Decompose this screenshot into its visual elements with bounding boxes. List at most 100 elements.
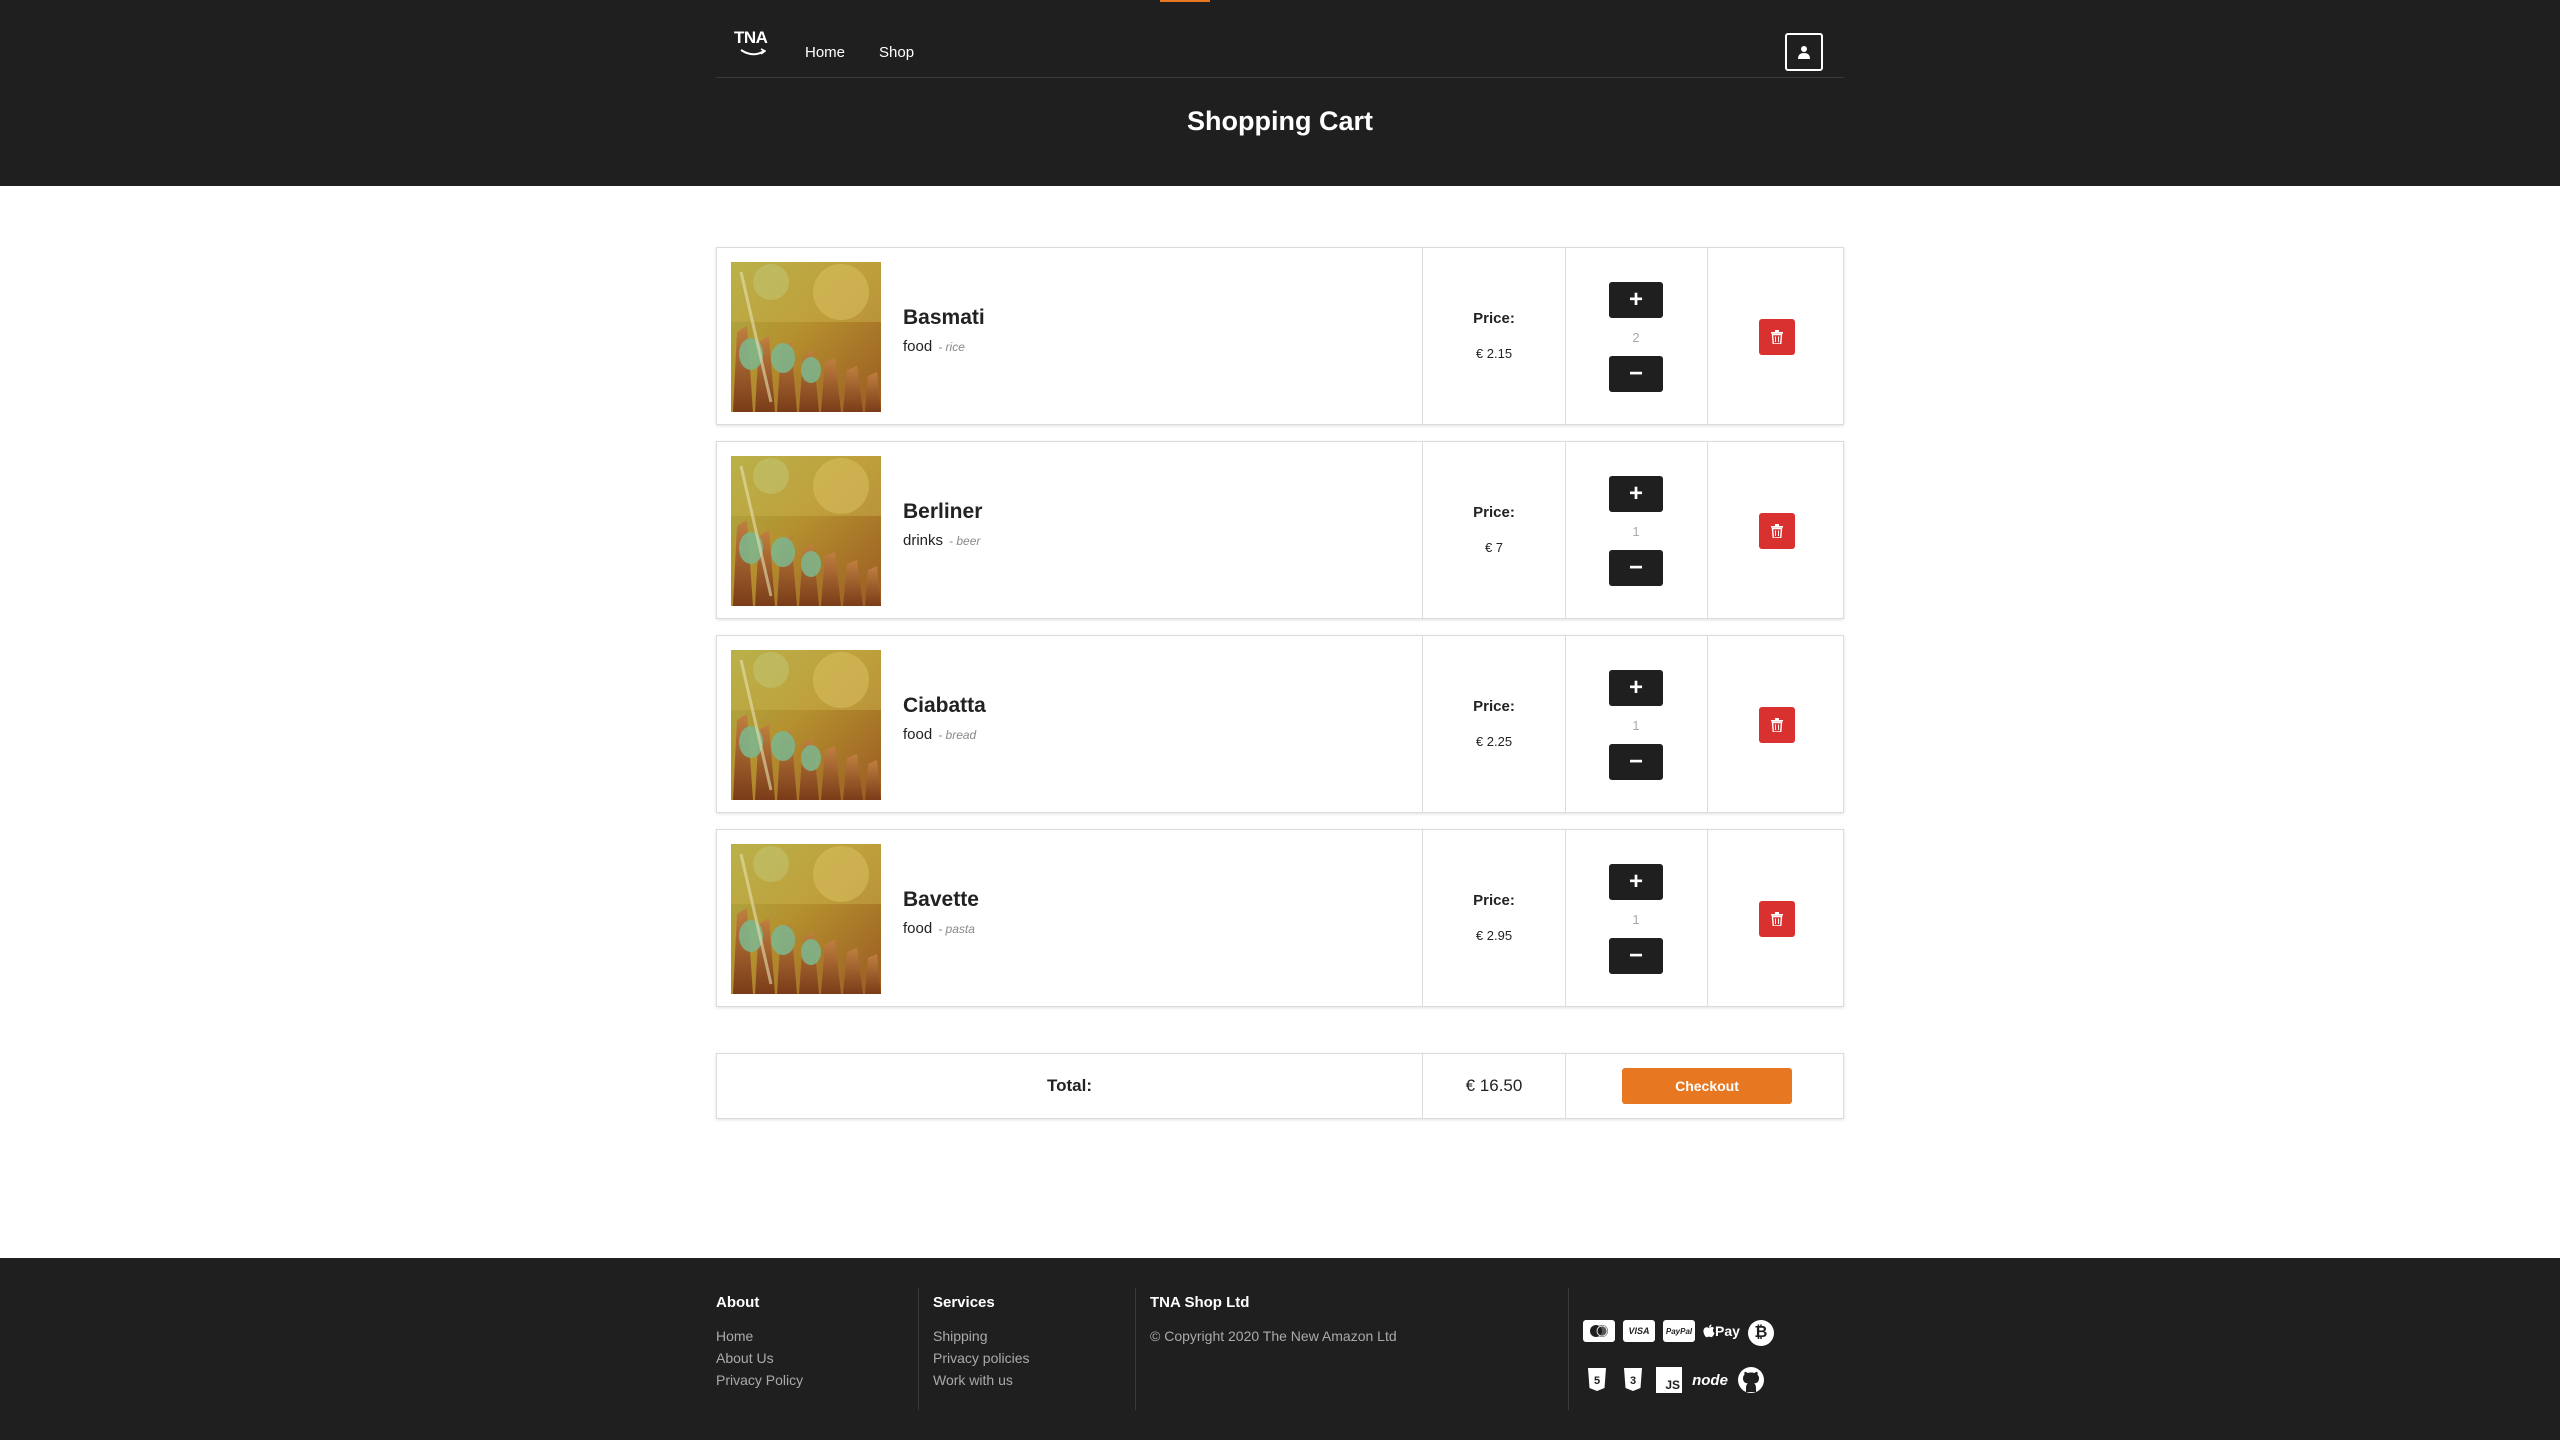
delete-cell	[1707, 636, 1845, 812]
footer-divider	[1135, 1288, 1136, 1410]
html5-icon: 5	[1583, 1366, 1611, 1394]
increase-quantity-button[interactable]: +	[1609, 670, 1663, 706]
cart-total-row: Total: € 16.50 Checkout	[716, 1053, 1844, 1119]
footer-about: About Home About Us Privacy Policy	[716, 1294, 803, 1391]
product-image[interactable]	[731, 844, 881, 994]
product-name[interactable]: Berliner	[903, 500, 982, 524]
total-label: Total:	[1046, 1076, 1092, 1095]
product-cell: Basmati food - rice	[717, 248, 1422, 424]
minus-icon: −	[1628, 942, 1643, 969]
visa-icon: VISA	[1623, 1320, 1655, 1342]
footer-company-title: TNA Shop Ltd	[1150, 1294, 1250, 1311]
footer-about-title: About	[716, 1294, 760, 1311]
remove-item-button[interactable]	[1759, 319, 1795, 355]
minus-icon: −	[1628, 748, 1643, 775]
price-cell: Price: € 2.15	[1422, 248, 1565, 424]
css3-icon: 3	[1619, 1366, 1647, 1394]
quantity-cell: + −	[1565, 636, 1707, 812]
price-cell: Price: € 2.95	[1422, 830, 1565, 1006]
product-image[interactable]	[731, 262, 881, 412]
delete-cell	[1707, 442, 1845, 618]
increase-quantity-button[interactable]: +	[1609, 282, 1663, 318]
increase-quantity-button[interactable]: +	[1609, 864, 1663, 900]
decrease-quantity-button[interactable]: −	[1609, 744, 1663, 780]
user-icon	[1798, 46, 1810, 59]
decrease-quantity-button[interactable]: −	[1609, 938, 1663, 974]
subcategory-label: - beer	[949, 534, 981, 548]
logo-smile-icon	[740, 48, 766, 56]
footer: About Home About Us Privacy Policy Servi…	[0, 1258, 2560, 1440]
header: TNA Home Shop Shopping Cart	[0, 0, 2560, 186]
footer-link-privacy-policy[interactable]: Privacy Policy	[716, 1369, 803, 1391]
quantity-cell: + −	[1565, 442, 1707, 618]
footer-link-shipping[interactable]: Shipping	[933, 1325, 1029, 1347]
footer-link-about-us[interactable]: About Us	[716, 1347, 803, 1369]
product-category: food - bread	[903, 726, 976, 743]
footer-link-work-with-us[interactable]: Work with us	[933, 1369, 1029, 1391]
price-cell: Price: € 7	[1422, 442, 1565, 618]
footer-services: Services Shipping Privacy policies Work …	[933, 1294, 1029, 1391]
copyright-text: © Copyright 2020 The New Amazon Ltd	[1150, 1328, 1397, 1344]
quantity-input[interactable]	[1609, 318, 1663, 356]
quantity-input[interactable]	[1609, 512, 1663, 550]
checkout-button[interactable]: Checkout	[1622, 1068, 1792, 1104]
product-cell: Berliner drinks - beer	[717, 442, 1422, 618]
svg-text:3: 3	[1630, 1375, 1636, 1387]
logo[interactable]: TNA	[734, 28, 774, 56]
quantity-input[interactable]	[1609, 900, 1663, 938]
product-cell: Bavette food - pasta	[717, 830, 1422, 1006]
plus-icon: +	[1628, 674, 1643, 701]
navbar: TNA Home Shop	[716, 0, 1844, 78]
nav-shop[interactable]: Shop	[879, 44, 914, 61]
price-cell: Price: € 2.25	[1422, 636, 1565, 812]
product-cell: Ciabatta food - bread	[717, 636, 1422, 812]
category-label: food	[903, 920, 933, 937]
plus-icon: +	[1628, 286, 1643, 313]
product-name[interactable]: Ciabatta	[903, 694, 986, 718]
quantity-cell: + −	[1565, 830, 1707, 1006]
footer-link-home[interactable]: Home	[716, 1325, 803, 1347]
remove-item-button[interactable]	[1759, 901, 1795, 937]
js-label: JS	[1656, 1367, 1682, 1393]
quantity-cell: + −	[1565, 248, 1707, 424]
decrease-quantity-button[interactable]: −	[1609, 356, 1663, 392]
trash-icon	[1771, 718, 1783, 732]
price-label: Price:	[1473, 504, 1515, 521]
nav-home[interactable]: Home	[805, 44, 845, 61]
product-image[interactable]	[731, 650, 881, 800]
js-icon: JS	[1655, 1366, 1683, 1394]
minus-icon: −	[1628, 554, 1643, 581]
total-value: € 16.50	[1422, 1054, 1565, 1118]
price-value: € 2.25	[1475, 734, 1513, 749]
quantity-input[interactable]	[1609, 706, 1663, 744]
footer-link-privacy-policies[interactable]: Privacy policies	[933, 1347, 1029, 1369]
decrease-quantity-button[interactable]: −	[1609, 550, 1663, 586]
cart-item: Ciabatta food - bread Price: € 2.25 + −	[716, 635, 1844, 813]
subcategory-label: - pasta	[938, 922, 975, 936]
user-account-button[interactable]	[1785, 33, 1823, 71]
price-value: € 7	[1484, 540, 1504, 555]
category-label: food	[903, 338, 933, 355]
product-image[interactable]	[731, 456, 881, 606]
category-label: food	[903, 726, 933, 743]
product-name[interactable]: Bavette	[903, 888, 979, 912]
price-label: Price:	[1473, 698, 1515, 715]
node-icon: node	[1691, 1366, 1729, 1394]
cart-item: Basmati food - rice Price: € 2.15 + −	[716, 247, 1844, 425]
product-name[interactable]: Basmati	[903, 306, 985, 330]
subcategory-label: - bread	[938, 728, 977, 742]
github-icon	[1737, 1366, 1765, 1394]
delete-cell	[1707, 830, 1845, 1006]
price-value: € 2.15	[1475, 346, 1513, 361]
tech-icons: 5 3 JS node	[1583, 1366, 1765, 1394]
footer-company: TNA Shop Ltd © Copyright 2020 The New Am…	[1150, 1294, 1397, 1347]
increase-quantity-button[interactable]: +	[1609, 476, 1663, 512]
minus-icon: −	[1628, 360, 1643, 387]
footer-services-title: Services	[933, 1294, 995, 1311]
svg-text:5: 5	[1594, 1375, 1600, 1387]
remove-item-button[interactable]	[1759, 707, 1795, 743]
logo-text: TNA	[734, 28, 768, 47]
remove-item-button[interactable]	[1759, 513, 1795, 549]
page-title: Shopping Cart	[1187, 106, 1373, 136]
plus-icon: +	[1628, 868, 1643, 895]
